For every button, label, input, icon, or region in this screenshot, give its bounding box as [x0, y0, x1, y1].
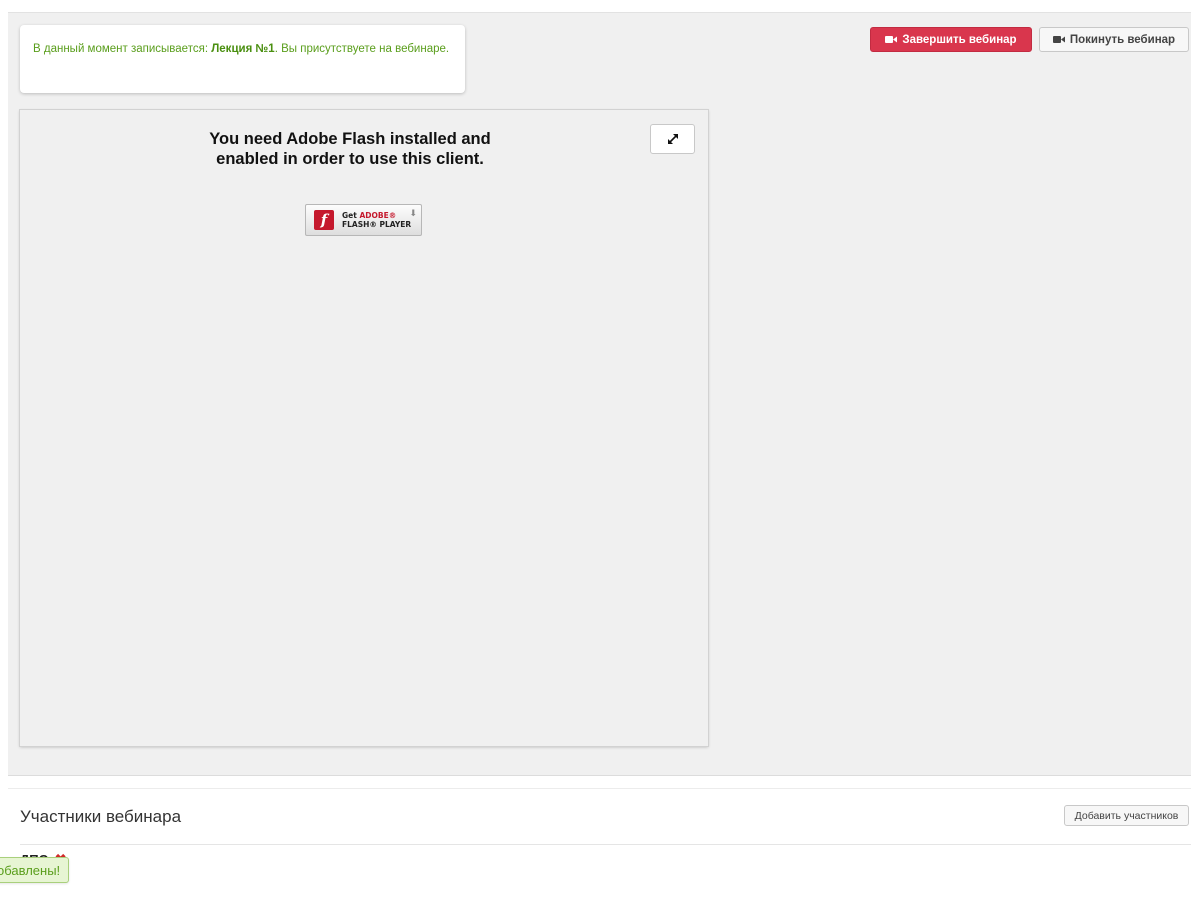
end-webinar-label: Завершить вебинар — [902, 33, 1017, 46]
webinar-area: В данный момент записывается: Лекция №1.… — [8, 12, 1191, 776]
recording-notice: В данный момент записывается: Лекция №1.… — [20, 25, 465, 93]
divider — [20, 844, 1191, 845]
download-arrow-icon: ⬇ — [409, 208, 417, 218]
video-camera-icon — [885, 36, 898, 43]
flash-client-panel: You need Adobe Flash installed and enabl… — [20, 110, 708, 746]
get-flash-player-button[interactable]: f Get ADOBE® FLASH® PLAYER ⬇ — [305, 204, 422, 236]
notice-suffix: . Вы присутствуете на вебинаре. — [274, 43, 450, 55]
video-camera-icon — [1052, 36, 1065, 43]
toast-text: обавлены! — [0, 862, 61, 878]
participants-panel: Участники вебинара Добавить участников Д… — [8, 788, 1191, 905]
badge-flash-player: FLASH® PLAYER — [342, 220, 412, 229]
notice-lecture: Лекция №1 — [211, 43, 275, 55]
flash-logo-icon: f — [314, 210, 334, 230]
flash-badge-text: Get ADOBE® FLASH® PLAYER — [342, 211, 411, 229]
participants-title: Участники вебинара — [20, 807, 182, 826]
add-participants-button[interactable]: Добавить участников — [1064, 805, 1189, 826]
leave-webinar-button[interactable]: Покинуть вебинар — [1039, 27, 1189, 52]
success-toast: обавлены! — [0, 857, 70, 883]
end-webinar-button[interactable]: Завершить вебинар — [870, 27, 1032, 52]
badge-adobe: ADOBE® — [359, 211, 397, 220]
notice-prefix: В данный момент записывается: — [33, 43, 212, 55]
expand-arrows-icon — [667, 134, 678, 144]
fullscreen-button[interactable] — [650, 124, 695, 154]
leave-webinar-label: Покинуть вебинар — [1069, 33, 1176, 46]
badge-get: Get — [342, 211, 360, 220]
flash-required-message: You need Adobe Flash installed and enabl… — [209, 130, 491, 168]
